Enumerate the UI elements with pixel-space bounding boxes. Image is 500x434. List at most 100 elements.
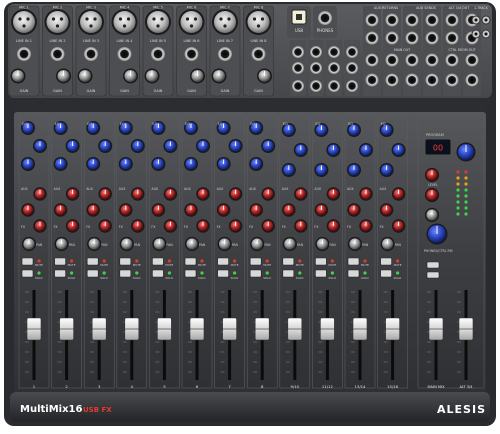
aux-knob[interactable] (53, 203, 68, 217)
xlr-jack[interactable] (80, 11, 102, 33)
eq-knob[interactable] (98, 139, 113, 153)
pan-knob[interactable] (282, 236, 297, 252)
output-jack[interactable] (445, 13, 459, 27)
aux-knob[interactable] (359, 187, 373, 201)
gain-knob[interactable] (190, 68, 205, 84)
phones-level-knob[interactable] (426, 223, 448, 245)
pan-knob[interactable] (21, 236, 37, 252)
solo-button[interactable] (347, 269, 360, 278)
line-in-jack[interactable] (151, 47, 165, 61)
output-jack[interactable] (385, 31, 399, 45)
fx-send-knob[interactable] (391, 219, 406, 233)
output-jack[interactable] (365, 13, 379, 27)
eq-knob[interactable] (163, 139, 178, 153)
solo-button[interactable] (86, 269, 99, 278)
channel-fader[interactable] (124, 317, 140, 341)
fx-program-knob[interactable] (456, 142, 476, 162)
xlr-jack[interactable] (214, 11, 236, 33)
eq-knob[interactable] (359, 143, 373, 157)
fx-send-knob[interactable] (163, 219, 178, 233)
aux-knob[interactable] (261, 187, 275, 201)
aux-knob[interactable] (228, 187, 243, 201)
xlr-jack[interactable] (13, 11, 35, 33)
aux-knob[interactable] (216, 203, 231, 217)
output-jack[interactable] (425, 53, 439, 67)
solo-button[interactable] (119, 269, 132, 278)
mute-button[interactable] (347, 257, 360, 266)
pan-knob[interactable] (315, 236, 330, 252)
eq-knob[interactable] (216, 157, 231, 171)
aux-knob[interactable] (249, 203, 263, 217)
output-jack[interactable] (445, 31, 459, 45)
solo-button[interactable] (21, 269, 34, 278)
mute-button[interactable] (119, 257, 132, 266)
solo-button[interactable] (152, 269, 164, 278)
mute-button[interactable] (282, 257, 295, 266)
aux-knob[interactable] (282, 203, 296, 217)
pan-knob[interactable] (347, 236, 363, 252)
fx-send-knob[interactable] (98, 219, 112, 233)
gain-knob[interactable] (77, 68, 93, 84)
channel-fader[interactable] (254, 317, 270, 341)
output-jack[interactable] (445, 73, 459, 87)
eq-knob[interactable] (118, 157, 133, 171)
aux-master-knob[interactable] (424, 167, 440, 183)
pan-knob[interactable] (152, 236, 167, 252)
aux-knob[interactable] (86, 203, 100, 217)
return-level-knob[interactable] (424, 207, 440, 223)
aux-knob[interactable] (98, 187, 112, 201)
stereo-right-jack[interactable] (346, 62, 358, 74)
aux-knob[interactable] (151, 203, 166, 217)
stereo-left-jack[interactable] (310, 46, 322, 58)
stereo-left-jack[interactable] (292, 46, 304, 58)
stereo-mono-jack[interactable] (292, 80, 304, 92)
eq-knob[interactable] (65, 139, 80, 153)
phones-jack[interactable] (318, 11, 332, 25)
line-in-jack[interactable] (17, 47, 31, 61)
fx-send-knob[interactable] (294, 219, 308, 233)
stereo-left-jack[interactable] (346, 46, 358, 58)
stereo-right-jack[interactable] (328, 62, 340, 74)
pan-knob[interactable] (54, 236, 69, 252)
channel-fader[interactable] (352, 317, 368, 341)
solo-button[interactable] (315, 269, 327, 278)
aux-knob[interactable] (65, 187, 80, 201)
aux-knob[interactable] (163, 187, 178, 201)
gain-knob[interactable] (144, 68, 160, 84)
eq-knob[interactable] (21, 157, 35, 171)
gain-knob[interactable] (10, 68, 26, 84)
aux-knob[interactable] (33, 187, 47, 201)
mute-button[interactable] (249, 257, 262, 266)
master-button[interactable] (426, 261, 440, 269)
aux-knob[interactable] (196, 187, 210, 201)
line-in-jack[interactable] (117, 47, 132, 61)
eq-knob[interactable] (249, 157, 264, 171)
eq-knob[interactable] (391, 143, 406, 157)
mute-button[interactable] (315, 257, 327, 266)
eq-knob[interactable] (281, 163, 296, 177)
eq-knob[interactable] (86, 157, 101, 171)
gain-knob[interactable] (211, 68, 227, 84)
output-jack[interactable] (445, 53, 459, 67)
eq-knob[interactable] (293, 143, 308, 157)
eq-knob[interactable] (151, 157, 166, 171)
output-jack[interactable] (425, 13, 439, 27)
mute-button[interactable] (380, 257, 392, 266)
aux-knob[interactable] (119, 203, 133, 217)
solo-button[interactable] (380, 269, 392, 278)
output-jack[interactable] (365, 73, 379, 87)
eq-knob[interactable] (33, 139, 47, 153)
solo-button[interactable] (249, 269, 262, 278)
channel-fader[interactable] (91, 317, 107, 341)
mute-button[interactable] (184, 257, 197, 266)
aux-knob[interactable] (131, 187, 145, 201)
xlr-jack[interactable] (147, 11, 169, 33)
mute-button[interactable] (86, 257, 99, 266)
stereo-mono-jack[interactable] (346, 80, 358, 92)
output-jack[interactable] (405, 53, 419, 67)
xlr-jack[interactable] (113, 11, 136, 33)
eq-knob[interactable] (53, 157, 68, 171)
output-jack[interactable] (385, 73, 399, 87)
output-jack[interactable] (405, 13, 419, 27)
channel-fader[interactable] (320, 317, 335, 341)
